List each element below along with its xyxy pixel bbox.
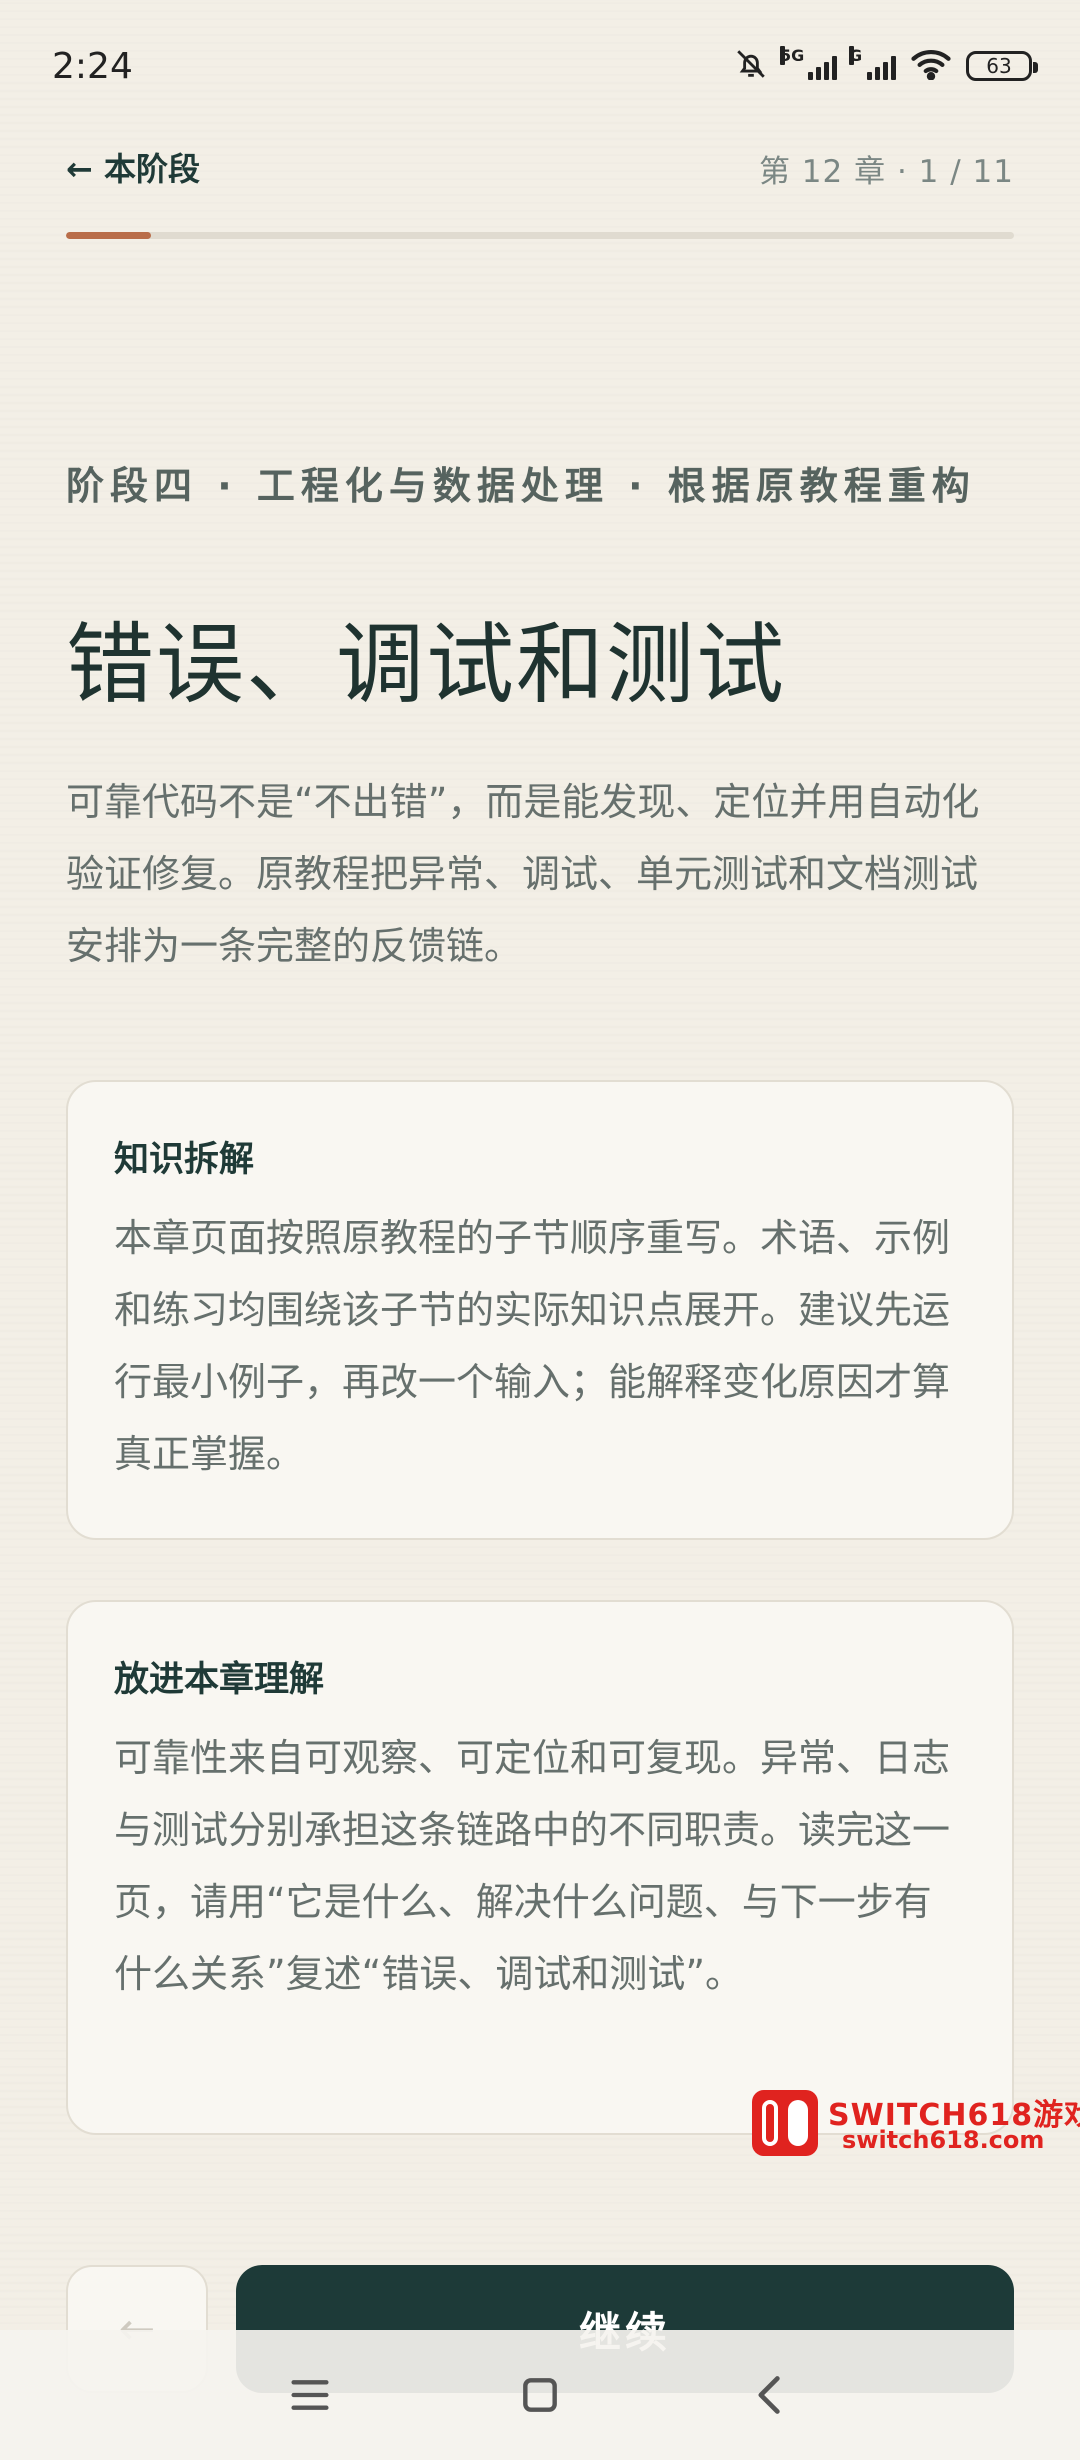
signal-g-label: G — [849, 46, 863, 65]
status-time: 2:24 — [52, 46, 133, 87]
back-to-stage-link[interactable]: ← 本阶段 — [66, 144, 200, 190]
menu-icon[interactable] — [280, 2365, 340, 2425]
chapter-progress-text: 第 12 章 · 1 / 11 — [758, 154, 1014, 190]
lead-paragraph: 可靠代码不是“不出错”，而是能发现、定位并用自动化验证修复。原教程把异常、调试、… — [66, 780, 980, 968]
battery-level: 63 — [986, 54, 1012, 78]
battery-icon: 63 — [966, 51, 1038, 81]
progress-bar — [66, 232, 1014, 239]
page-title: 错误、调试和测试 — [66, 613, 787, 716]
wifi-icon — [910, 48, 952, 84]
watermark: SWITCH618游戏 switch618.com — [752, 2088, 1080, 2158]
back-icon[interactable] — [740, 2365, 800, 2425]
card-body: 可靠性来自可观察、可定位和可复现。异常、日志与测试分别承担这条链路中的不同职责。… — [114, 1736, 951, 1996]
signal-5g-label: 5G — [780, 46, 805, 65]
status-bar: 2:24 5G G 63 — [0, 0, 1080, 130]
stage-eyebrow: 阶段四 · 工程化与数据处理 · 根据原教程重构 — [66, 464, 976, 508]
knowledge-card: 知识拆解 本章页面按照原教程的子节顺序重写。术语、示例和练习均围绕该子节的实际知… — [66, 1080, 1014, 1540]
back-link-label: ← 本阶段 — [66, 150, 200, 188]
home-icon[interactable] — [510, 2365, 570, 2425]
progress-bar-fill — [66, 232, 152, 239]
card-title: 知识拆解 — [114, 1140, 255, 1180]
signal-icon: G — [849, 46, 896, 80]
top-bar: ← 本阶段 第 12 章 · 1 / 11 — [66, 140, 1014, 200]
card-title: 放进本章理解 — [114, 1660, 325, 1700]
switch-logo-icon — [752, 2090, 818, 2156]
mute-bell-icon — [734, 47, 768, 85]
system-navigation-bar — [0, 2330, 1080, 2460]
signal-icon: 5G — [780, 46, 837, 80]
card-body: 本章页面按照原教程的子节顺序重写。术语、示例和练习均围绕该子节的实际知识点展开。… — [114, 1216, 951, 1476]
status-icons: 5G G 63 — [734, 44, 1038, 88]
watermark-url: switch618.com — [842, 2126, 1045, 2154]
chapter-context-card: 放进本章理解 可靠性来自可观察、可定位和可复现。异常、日志与测试分别承担这条链路… — [66, 1600, 1014, 2135]
